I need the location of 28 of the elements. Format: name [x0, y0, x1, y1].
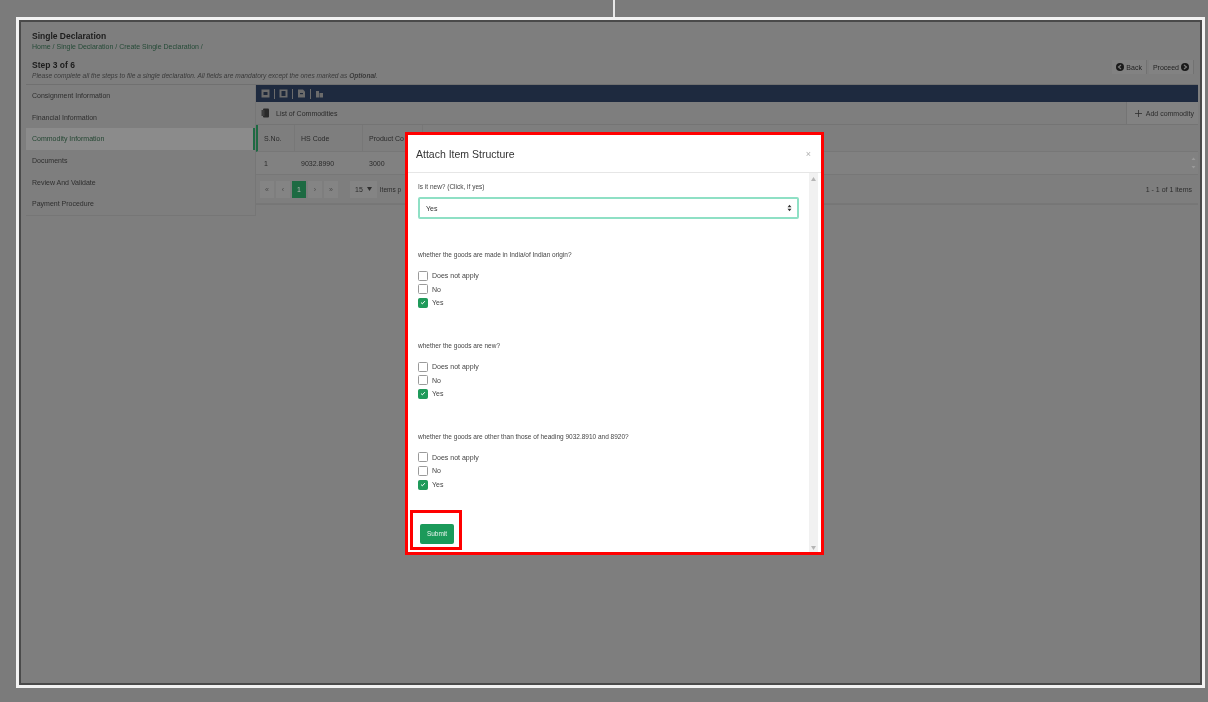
- scroll-arrows-icon: [1191, 156, 1196, 170]
- step-indicator: Step 3 of 6: [32, 60, 76, 71]
- checkbox[interactable]: [418, 284, 428, 295]
- checkbox[interactable]: [418, 452, 428, 463]
- caret-icon: [366, 187, 372, 191]
- scroll-up-icon: [811, 177, 816, 181]
- building-icon[interactable]: [315, 89, 324, 98]
- checkbox[interactable]: [418, 375, 428, 386]
- clipboard-icon: [261, 108, 270, 118]
- scroll-down-icon: [811, 546, 816, 550]
- checkbox[interactable]: [418, 479, 428, 490]
- checkbox[interactable]: [418, 298, 428, 308]
- close-button[interactable]: ×: [805, 148, 811, 159]
- checkmark-icon: [419, 298, 427, 308]
- plus-icon: [1134, 109, 1142, 117]
- checkbox[interactable]: [418, 465, 428, 476]
- square-icon[interactable]: [261, 89, 270, 98]
- arrow-right-icon: [1181, 63, 1189, 71]
- checkbox[interactable]: [418, 270, 428, 281]
- checkmark-icon: [419, 389, 427, 399]
- checkbox[interactable]: [418, 361, 428, 372]
- file-icon[interactable]: [297, 89, 306, 98]
- checkmark-icon: [419, 480, 427, 490]
- checkbox[interactable]: [418, 388, 428, 399]
- sort-arrows-icon: [787, 204, 792, 212]
- document-icon[interactable]: [279, 89, 288, 98]
- arrow-left-icon: [1116, 63, 1125, 71]
- page-title: Single Declaration: [32, 31, 108, 42]
